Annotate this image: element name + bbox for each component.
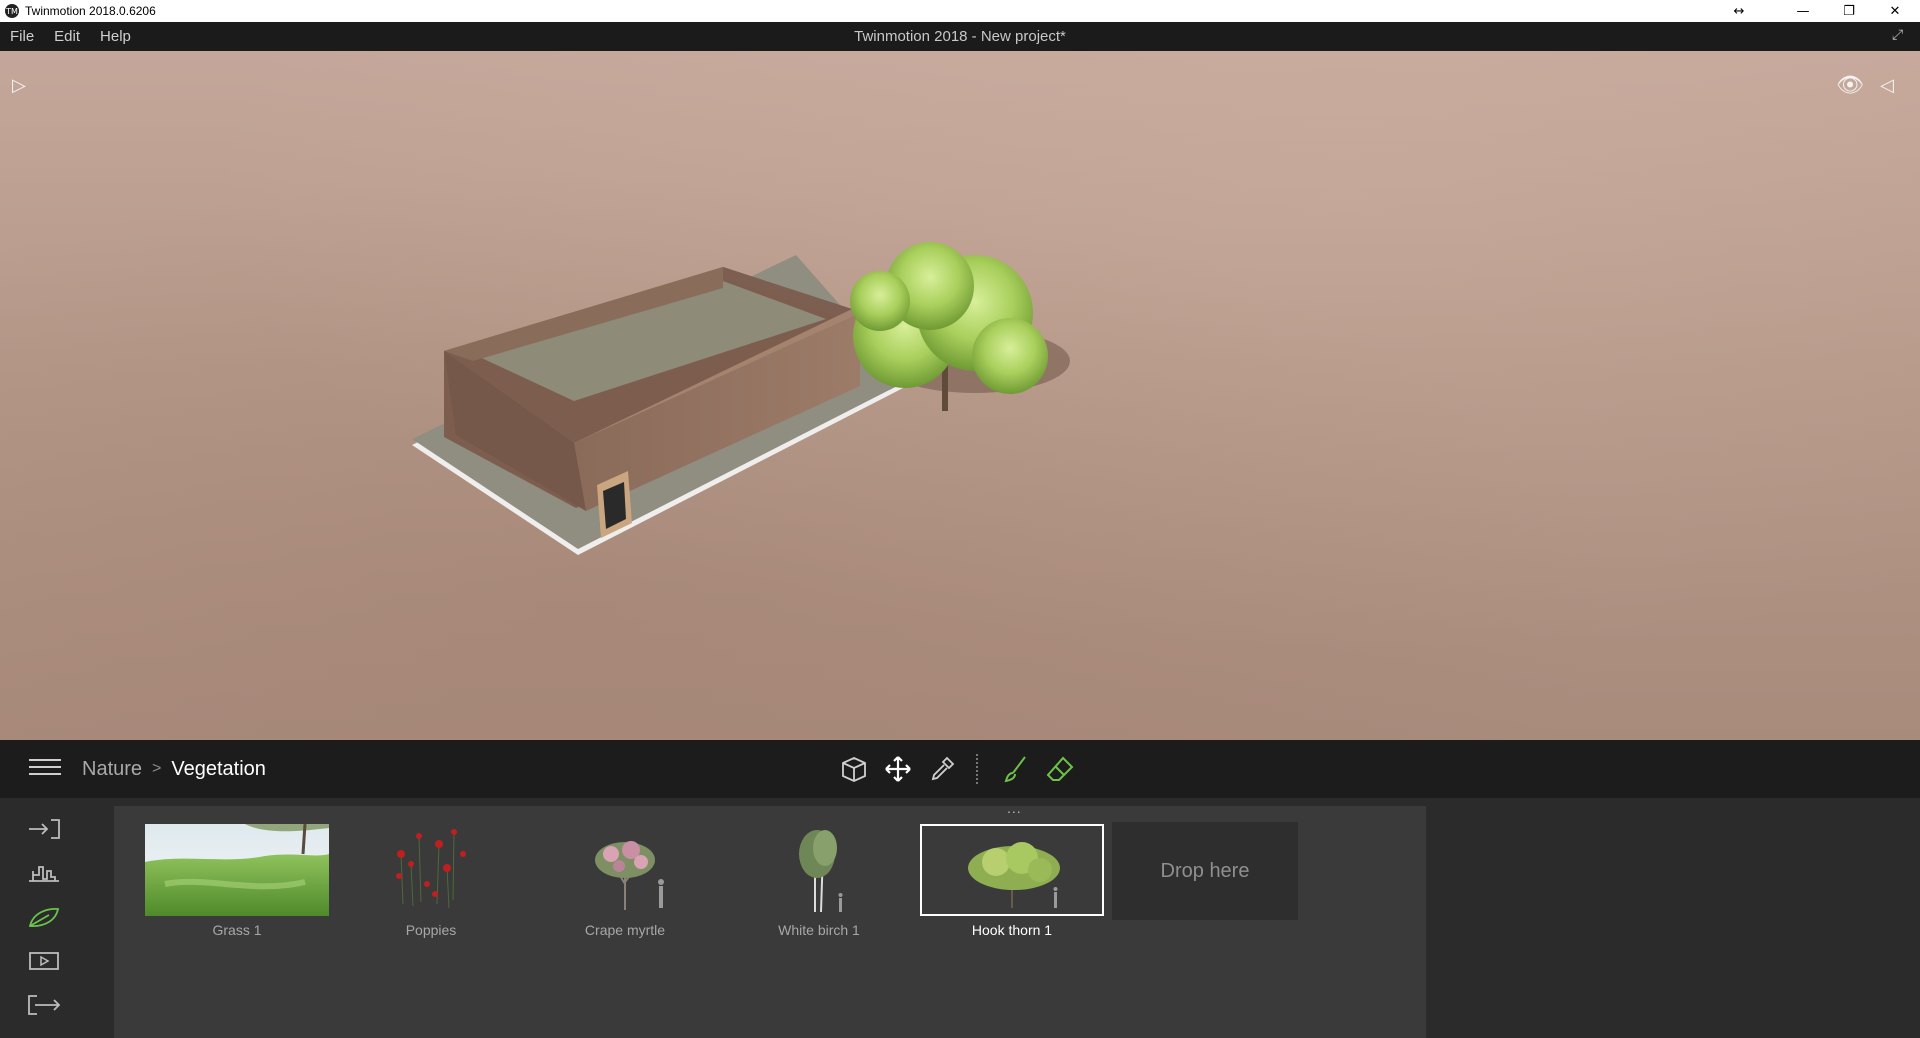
export-icon[interactable] xyxy=(26,990,62,1020)
restore-button[interactable]: ❐ xyxy=(1826,0,1872,22)
menu-file[interactable]: File xyxy=(0,28,44,45)
asset-label: Grass 1 xyxy=(212,922,262,938)
scene-render xyxy=(412,242,1070,555)
grass-thumbnail xyxy=(145,824,329,916)
document-title: Twinmotion 2018 - New project* xyxy=(854,28,1066,45)
drop-zone[interactable]: Drop here xyxy=(1112,822,1298,920)
menu-edit[interactable]: Edit xyxy=(44,28,90,45)
asset-poppies[interactable]: Poppies xyxy=(339,824,523,938)
window-titlebar: TM Twinmotion 2018.0.6206 ↔ — ❐ ✕ xyxy=(0,0,1920,22)
asset-grass-1[interactable]: Grass 1 xyxy=(145,824,329,938)
fullscreen-expand-icon[interactable]: ⤢ xyxy=(1892,27,1910,45)
asset-crape-myrtle[interactable]: Crape myrtle xyxy=(533,824,717,938)
minimize-button[interactable]: — xyxy=(1780,0,1826,22)
3d-viewport[interactable]: ▷ 👁 ◁ xyxy=(0,51,1920,740)
close-button[interactable]: ✕ xyxy=(1872,0,1918,22)
menubar: Twinmotion 2018 - New project* File Edit… xyxy=(0,22,1920,51)
right-panel-toggle-icon[interactable]: ◁ xyxy=(1880,75,1894,96)
vegetation-leaf-icon[interactable] xyxy=(26,902,62,932)
asset-hook-thorn-1[interactable]: Hook thorn 1 xyxy=(920,824,1104,938)
tool-divider xyxy=(976,754,978,784)
hook-thorn-thumbnail xyxy=(920,824,1104,916)
app-title: Twinmotion 2018.0.6206 xyxy=(25,4,156,18)
library-toolbar: Nature > Vegetation xyxy=(0,740,1920,798)
category-sidebar xyxy=(0,798,113,1038)
twinmotion-app-icon: TM xyxy=(5,4,19,18)
eye-view-icon[interactable]: 👁 xyxy=(1836,73,1864,98)
asset-label: White birch 1 xyxy=(778,922,860,938)
asset-library-panel: ... Grass 1 Poppies Crape myrtle White b… xyxy=(114,800,1426,1038)
cube-icon[interactable] xyxy=(838,753,870,785)
asset-label: Poppies xyxy=(405,922,457,938)
library-area: ... Grass 1 Poppies Crape myrtle White b… xyxy=(0,798,1920,1038)
breadcrumb: Nature > Vegetation xyxy=(82,754,266,784)
white-birch-thumbnail xyxy=(727,824,911,916)
right-empty-panel xyxy=(1426,806,1920,1038)
crape-myrtle-thumbnail xyxy=(533,824,717,916)
media-icon[interactable] xyxy=(26,946,62,976)
eyedropper-icon[interactable] xyxy=(926,753,958,785)
asset-label: Crape myrtle xyxy=(584,922,666,938)
asset-white-birch-1[interactable]: White birch 1 xyxy=(727,824,911,938)
poppies-thumbnail xyxy=(339,824,523,916)
brush-icon[interactable] xyxy=(1000,753,1032,785)
move-icon[interactable] xyxy=(882,753,914,785)
tool-group xyxy=(838,753,1088,785)
left-panel-toggle-icon[interactable]: ▷ xyxy=(12,75,26,96)
breadcrumb-separator: > xyxy=(152,760,162,777)
menu-help[interactable]: Help xyxy=(90,28,141,45)
import-icon[interactable] xyxy=(26,814,62,844)
resize-icon[interactable]: ↔ xyxy=(1716,0,1762,22)
asset-label: Hook thorn 1 xyxy=(971,922,1053,938)
more-options-icon[interactable]: ... xyxy=(1007,800,1022,816)
hamburger-menu-icon[interactable] xyxy=(29,759,61,779)
settings-icon[interactable] xyxy=(26,858,62,888)
breadcrumb-nature[interactable]: Nature xyxy=(82,758,142,781)
breadcrumb-vegetation: Vegetation xyxy=(171,757,266,780)
eraser-icon[interactable] xyxy=(1044,753,1076,785)
